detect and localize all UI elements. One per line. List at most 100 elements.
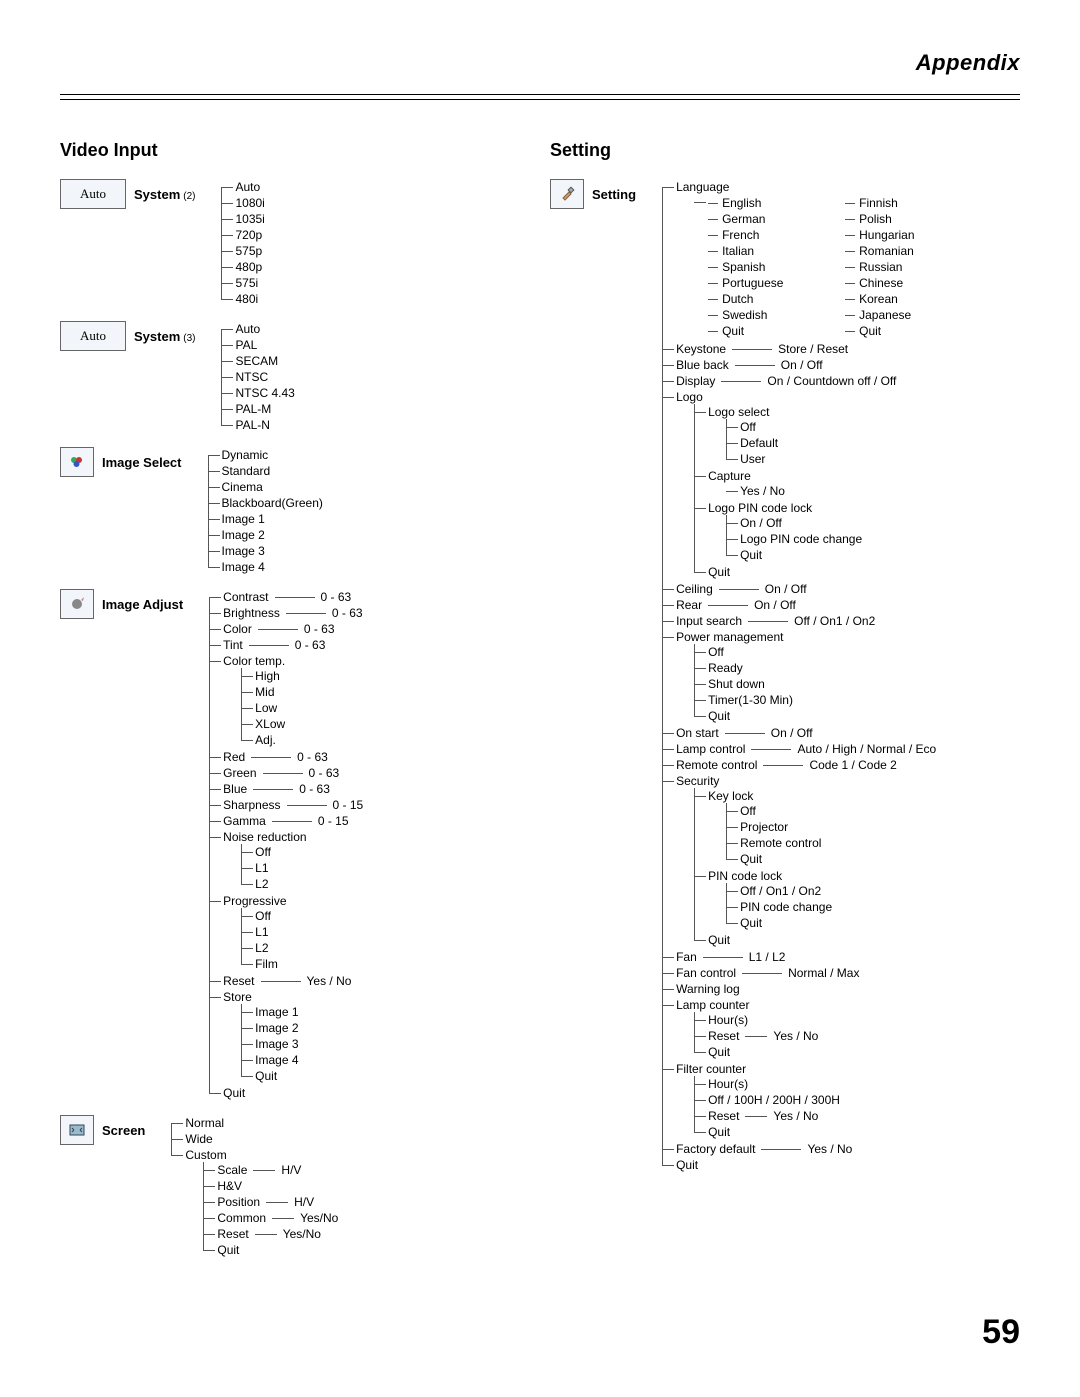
- tree-label: Quit: [740, 548, 762, 562]
- tree-node: Contrast0 - 63: [209, 589, 363, 605]
- tree-label: Projector: [740, 820, 788, 834]
- language-option: Russian: [845, 260, 936, 274]
- language-option: French: [708, 228, 805, 242]
- tree-label: Reset: [708, 1109, 739, 1123]
- tree-node: On startOn / Off: [662, 725, 936, 741]
- tree-value: Auto / High / Normal / Eco: [797, 742, 936, 756]
- tree-label: Quit: [708, 1045, 730, 1059]
- tree-label: Mid: [255, 685, 274, 699]
- tree-node: L1: [241, 924, 363, 940]
- section-system2: Auto System(2) Auto1080i1035i720p575p480…: [60, 179, 530, 307]
- language-option: Japanese: [845, 308, 936, 322]
- tree-node: RearOn / Off: [662, 597, 936, 613]
- tree-node: PositionH/V: [203, 1194, 338, 1210]
- tree-label: PIN code lock: [708, 869, 782, 883]
- tree-node: Gamma0 - 15: [209, 813, 363, 829]
- tree-node: Input searchOff / On1 / On2: [662, 613, 936, 629]
- tree-node: 480i: [221, 291, 264, 307]
- tree-label: Wide: [185, 1132, 212, 1146]
- tree-label: Cinema: [222, 480, 263, 494]
- tree-node: Hour(s): [694, 1076, 936, 1092]
- tree-value: L1 / L2: [749, 950, 786, 964]
- setting-icon: [550, 179, 584, 209]
- tree-label: Ceiling: [676, 582, 713, 596]
- tree-label: Filter counter: [676, 1062, 746, 1076]
- tree-node: XLow: [241, 716, 363, 732]
- tree-node: Low: [241, 700, 363, 716]
- language-option: German: [708, 212, 805, 226]
- tree-node: CaptureYes / No: [694, 468, 936, 500]
- tree-node: ProgressiveOffL1L2Film: [209, 893, 363, 973]
- tree-node: Power managementOffReadyShut downTimer(1…: [662, 629, 936, 725]
- tree-label: Keystone: [676, 342, 726, 356]
- tree-label: PAL-M: [235, 402, 271, 416]
- tree-label: Off / 100H / 200H / 300H: [708, 1093, 840, 1107]
- tree-node: Fan controlNormal / Max: [662, 965, 936, 981]
- tree-label: Dynamic: [222, 448, 269, 462]
- tree-node: Standard: [208, 463, 323, 479]
- tree-value: Code 1 / Code 2: [809, 758, 896, 772]
- tree-label: Language: [676, 180, 729, 194]
- col-video-input: Video Input Auto System(2) Auto1080i1035…: [60, 140, 530, 1273]
- tree-node: Logo PIN code change: [726, 531, 936, 547]
- tree-node: LanguageEnglishFinnishGermanPolishFrench…: [662, 179, 936, 341]
- tree-node: Image 1: [241, 1004, 363, 1020]
- label-setting: Setting: [592, 187, 636, 202]
- tree-label: Blackboard(Green): [222, 496, 323, 510]
- tree-node: Shut down: [694, 676, 936, 692]
- tree-label: Image 3: [222, 544, 265, 558]
- language-option: English: [708, 196, 805, 210]
- tree-label: Image 2: [222, 528, 265, 542]
- tree-node: Lamp controlAuto / High / Normal / Eco: [662, 741, 936, 757]
- tree-label: Hour(s): [708, 1077, 748, 1091]
- tree-node: Color0 - 63: [209, 621, 363, 637]
- tree-label: Logo: [676, 390, 703, 404]
- tree-label: Rear: [676, 598, 702, 612]
- tree-label: Quit: [223, 1086, 245, 1100]
- tree-node: Sharpness0 - 15: [209, 797, 363, 813]
- tree-node: Color temp.HighMidLowXLowAdj.: [209, 653, 363, 749]
- label-system3: System(3): [134, 329, 195, 344]
- tree-node: Adj.: [241, 732, 363, 748]
- tree-node: Image 2: [241, 1020, 363, 1036]
- tree-value: H/V: [281, 1163, 301, 1177]
- image-adjust-icon: [60, 589, 94, 619]
- tree-node: NTSC: [221, 369, 294, 385]
- tree-label: Quit: [708, 709, 730, 723]
- tree-label: 1035i: [235, 212, 264, 226]
- tree-label: Hour(s): [708, 1013, 748, 1027]
- tree-value: Store / Reset: [778, 342, 848, 356]
- tree-node: Red0 - 63: [209, 749, 363, 765]
- tree-node: Blue0 - 63: [209, 781, 363, 797]
- tree-label: Scale: [217, 1163, 247, 1177]
- tree-node: StoreImage 1Image 2Image 3Image 4Quit: [209, 989, 363, 1085]
- tree-node: Default: [726, 435, 936, 451]
- tree-label: Quit: [676, 1158, 698, 1172]
- tree-node: Off: [694, 644, 936, 660]
- tree-node: Dynamic: [208, 447, 323, 463]
- page-number: 59: [60, 1313, 1020, 1352]
- tree-label: 480i: [235, 292, 258, 306]
- tree-value: On / Off: [771, 726, 813, 740]
- tree-value: Yes / No: [773, 1029, 818, 1043]
- tree-node: Auto: [221, 321, 294, 337]
- tree-label: Power management: [676, 630, 783, 644]
- tree-label: Off: [740, 804, 756, 818]
- tree-label: Factory default: [676, 1142, 755, 1156]
- tree-label: Image 4: [255, 1053, 298, 1067]
- tree-node: Quit: [662, 1157, 936, 1173]
- tree-value: On / Countdown off / Off: [767, 374, 896, 388]
- tree-label: Reset: [217, 1227, 248, 1241]
- tree-value: 0 - 15: [318, 814, 349, 828]
- tree-label: Quit: [255, 1069, 277, 1083]
- tree-node: Warning log: [662, 981, 936, 997]
- tree-label: Logo PIN code lock: [708, 501, 812, 515]
- tree-label: Yes / No: [740, 484, 785, 498]
- tree-node: Image 3: [208, 543, 323, 559]
- tree-node: High: [241, 668, 363, 684]
- label-screen: Screen: [102, 1123, 145, 1138]
- tree-node: Off / 100H / 200H / 300H: [694, 1092, 936, 1108]
- tree-node: Quit: [209, 1085, 363, 1101]
- language-option: Quit: [708, 324, 805, 338]
- tree-label: Key lock: [708, 789, 753, 803]
